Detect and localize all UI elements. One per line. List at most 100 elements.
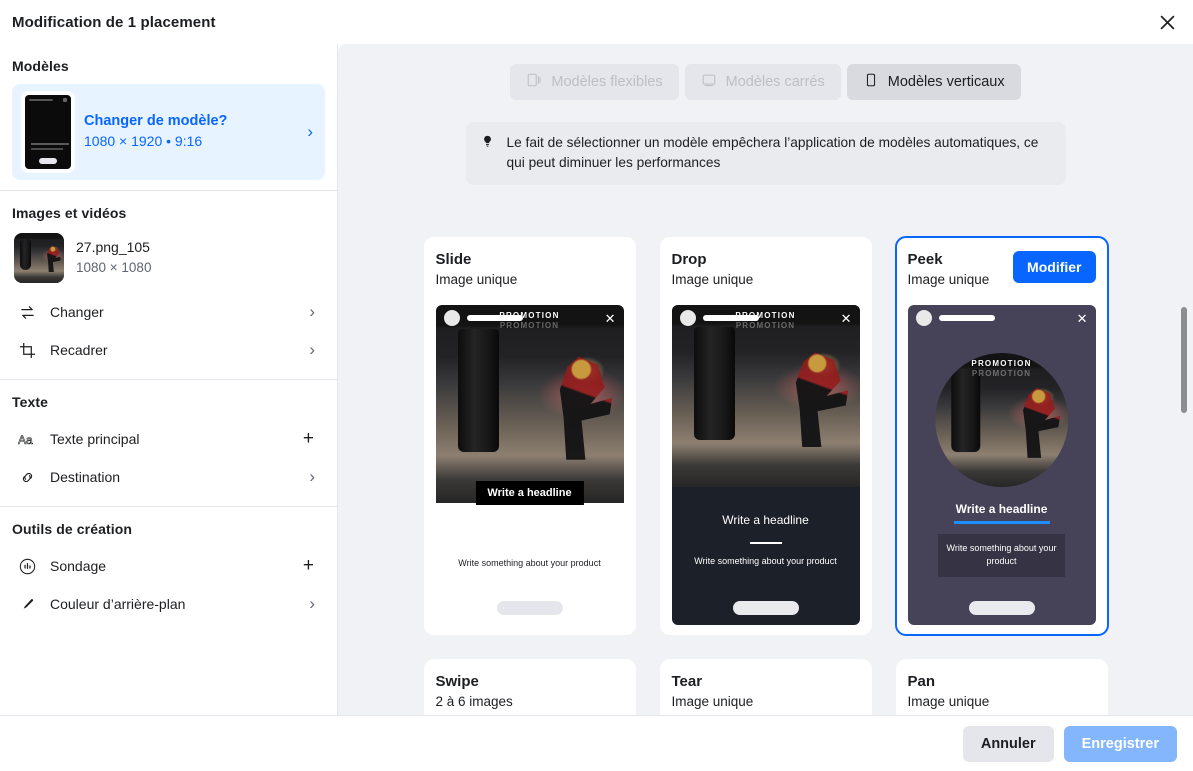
- notice-banner: Le fait de sélectionner un modèle empêch…: [465, 122, 1066, 185]
- template-card-drop[interactable]: Drop Image unique PROMOTION PROMOTION ✕ …: [659, 237, 872, 635]
- tab-flexible-templates[interactable]: Modèles flexibles: [510, 64, 679, 100]
- media-file-name: 27.png_105: [76, 239, 150, 256]
- sidebar-section-creative-tools: Outils de création Sondage + Couleur d’a…: [0, 506, 337, 633]
- dialog-header: Modification de 1 placement: [0, 0, 1193, 44]
- model-card-question: Changer de modèle?: [84, 113, 228, 130]
- close-icon: [1159, 14, 1176, 34]
- sidebar-item-recadrer[interactable]: Recadrer ›: [12, 331, 325, 369]
- tab-vertical-templates[interactable]: Modèles verticaux: [846, 64, 1021, 100]
- template-title: Swipe: [435, 673, 479, 690]
- sidebar-item-destination[interactable]: Destination ›: [12, 458, 325, 496]
- sidebar-item-changer[interactable]: Changer ›: [12, 293, 325, 331]
- sidebar-item-texte-principal[interactable]: Aa Texte principal +: [12, 420, 325, 458]
- tab-label: Modèles verticaux: [887, 74, 1005, 90]
- phone-thumbnail: [22, 92, 74, 172]
- sidebar-item-label: Destination: [50, 469, 121, 485]
- templates-scrollbar[interactable]: [1181, 229, 1187, 715]
- chevron-right-icon: ›: [307, 122, 313, 141]
- add-icon[interactable]: +: [303, 555, 314, 577]
- scrollbar-thumb[interactable]: [1181, 307, 1187, 413]
- cancel-button[interactable]: Annuler: [962, 725, 1054, 762]
- add-icon[interactable]: +: [303, 428, 314, 450]
- media-item[interactable]: 27.png_105 1080 × 1080: [12, 231, 325, 293]
- save-button[interactable]: Enregistrer: [1063, 725, 1177, 762]
- preview-headline: Write a headline: [722, 513, 809, 527]
- sidebar-item-background-color[interactable]: Couleur d’arrière-plan ›: [12, 585, 325, 623]
- tab-label: Modèles flexibles: [551, 74, 663, 90]
- template-subtitle: Image unique: [435, 271, 518, 287]
- preview-cta-pill: [732, 601, 799, 615]
- preview-cta-pill: [968, 601, 1035, 615]
- preview-circular-image: PROMOTION PROMOTION: [934, 353, 1069, 488]
- preview-body-text: Write something about your product: [937, 533, 1066, 577]
- template-card-swipe[interactable]: Swipe 2 à 6 images ✕: [423, 659, 636, 715]
- chevron-right-icon: ›: [309, 340, 315, 359]
- sidebar-section-models: Modèles Changer de modèle? 1080 × 1920 •…: [0, 44, 337, 190]
- templates-panel: Modèles flexibles Modèles carrés Modèles…: [338, 44, 1193, 715]
- preview-promo-ghost: PROMOTION: [971, 369, 1032, 378]
- poll-chart-icon: [16, 555, 38, 577]
- section-title-media: Images et vidéos: [12, 205, 127, 221]
- preview-promo-text: PROMOTION: [971, 359, 1032, 368]
- avatar: [443, 310, 460, 326]
- templates-scroll-area[interactable]: Slide Image unique PROMOTION PROMOTION ✕…: [338, 224, 1193, 715]
- preview-underline: [953, 521, 1050, 524]
- template-card-pan[interactable]: Pan Image unique ✕: [895, 659, 1108, 715]
- dialog-footer: Annuler Enregistrer: [0, 715, 1193, 771]
- template-card-peek[interactable]: Peek Image unique Modifier ✕ PROMOTION P…: [894, 236, 1109, 636]
- template-title: Pan: [907, 673, 936, 690]
- template-preview-slide: PROMOTION PROMOTION ✕ Write a headline W…: [435, 305, 624, 625]
- media-dimensions: 1080 × 1080: [76, 260, 152, 276]
- notice-text: Le fait de sélectionner un modèle empêch…: [506, 135, 1039, 170]
- sidebar-section-media: Images et vidéos 27.png_105 1080 × 1080 …: [0, 190, 337, 379]
- name-placeholder-bar: [466, 315, 523, 321]
- media-thumbnail: [14, 233, 64, 283]
- templates-grid-row-1: Slide Image unique PROMOTION PROMOTION ✕…: [338, 224, 1193, 636]
- preview-body-text: Write something about your product: [694, 556, 837, 567]
- preview-close-icon: ✕: [1076, 310, 1088, 326]
- avatar: [915, 310, 932, 326]
- sidebar-item-label: Texte principal: [50, 431, 140, 447]
- page-title: Modification de 1 placement: [12, 13, 216, 31]
- preview-close-icon: ✕: [840, 310, 852, 326]
- section-title-creative-tools: Outils de création: [12, 521, 133, 537]
- sidebar-item-label: Recadrer: [50, 342, 108, 358]
- sidebar: Modèles Changer de modèle? 1080 × 1920 •…: [0, 44, 338, 727]
- tab-label: Modèles carrés: [725, 74, 825, 90]
- template-card-slide[interactable]: Slide Image unique PROMOTION PROMOTION ✕…: [423, 237, 636, 635]
- preview-body-text: Write something about your product: [458, 557, 601, 568]
- sidebar-section-text: Texte Aa Texte principal + Destination ›: [0, 379, 337, 506]
- section-title-text: Texte: [12, 394, 49, 410]
- template-card-tear[interactable]: Tear Image unique ✕: [659, 659, 872, 715]
- square-template-icon: [701, 72, 717, 92]
- template-title: Slide: [435, 251, 472, 268]
- template-title: Drop: [671, 251, 707, 268]
- avatar: [679, 310, 696, 326]
- template-title: Peek: [907, 251, 943, 268]
- templates-grid-row-2: Swipe 2 à 6 images ✕: [338, 635, 1193, 715]
- edit-template-button[interactable]: Modifier: [1013, 251, 1096, 283]
- model-card-change-template[interactable]: Changer de modèle? 1080 × 1920 • 9:16 ›: [12, 84, 325, 180]
- sidebar-item-sondage[interactable]: Sondage +: [12, 547, 325, 585]
- sidebar-item-label: Sondage: [50, 558, 107, 574]
- chevron-right-icon: ›: [309, 467, 315, 486]
- name-placeholder-bar: [938, 315, 995, 321]
- text-format-icon: Aa: [16, 428, 38, 450]
- edit-placement-dialog: Modification de 1 placement Modèles Chan…: [0, 0, 1193, 771]
- close-button[interactable]: [1151, 8, 1183, 40]
- model-card-dimensions: 1080 × 1920 • 9:16: [84, 132, 203, 149]
- flexible-template-icon: [526, 72, 542, 92]
- template-title: Tear: [671, 673, 703, 690]
- preview-headline: Write a headline: [955, 501, 1048, 516]
- template-subtitle: Image unique: [671, 271, 754, 287]
- name-placeholder-bar: [702, 315, 759, 321]
- tab-square-templates[interactable]: Modèles carrés: [684, 64, 841, 100]
- svg-text:Aa: Aa: [18, 432, 33, 446]
- link-icon: [16, 466, 38, 488]
- template-type-tabs: Modèles flexibles Modèles carrés Modèles…: [338, 44, 1193, 100]
- template-preview-peek: ✕ PROMOTION PROMOTION Write a headline W…: [907, 305, 1096, 625]
- preview-headline: Write a headline: [475, 481, 584, 505]
- preview-divider: [749, 541, 782, 544]
- chevron-right-icon: ›: [309, 594, 315, 613]
- vertical-template-icon: [863, 72, 879, 92]
